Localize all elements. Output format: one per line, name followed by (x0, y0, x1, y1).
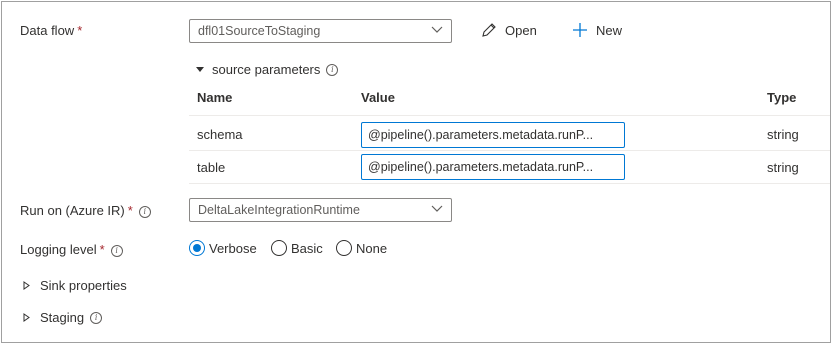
radio-unchecked-icon (271, 240, 287, 256)
column-header-name: Name (197, 90, 233, 105)
sink-properties-toggle[interactable]: Sink properties (23, 278, 127, 293)
chevron-down-icon (431, 205, 443, 212)
param-name-schema: schema (197, 127, 243, 142)
info-icon[interactable]: i (110, 245, 123, 257)
open-button-label: Open (505, 22, 537, 38)
radio-basic[interactable]: Basic (271, 240, 323, 256)
param-value-table-input[interactable]: @pipeline().parameters.metadata.runP... (361, 154, 625, 180)
new-button-label: New (596, 22, 623, 38)
run-on-label-text: Run on (Azure IR) (20, 203, 125, 218)
chevron-down-icon (431, 26, 443, 33)
run-on-selected-value: DeltaLakeIntegrationRuntime (198, 203, 360, 217)
radio-checked-icon (189, 240, 205, 256)
logging-level-label-text: Logging level (20, 242, 97, 257)
info-icon[interactable]: i (138, 206, 151, 218)
data-flow-label: Data flow * (20, 23, 82, 38)
radio-basic-label: Basic (291, 240, 323, 256)
sink-properties-title: Sink properties (40, 278, 127, 293)
radio-unchecked-icon (336, 240, 352, 256)
staging-title: Staging (40, 310, 85, 325)
info-icon[interactable]: i (326, 63, 339, 76)
param-type-table: string (767, 160, 799, 175)
logging-level-label: Logging level * i (20, 242, 123, 257)
required-mark: * (77, 23, 83, 38)
data-flow-dropdown[interactable]: dfl01SourceToStaging (189, 19, 452, 43)
run-on-label: Run on (Azure IR) * i (20, 203, 151, 218)
source-parameters-title: source parameters (212, 62, 321, 77)
plus-icon (573, 23, 587, 37)
row-divider (189, 183, 830, 184)
radio-verbose[interactable]: Verbose (189, 240, 257, 256)
row-divider (189, 150, 830, 151)
radio-none-label: None (356, 240, 388, 256)
expand-triangle-icon (23, 281, 30, 290)
header-divider (189, 115, 830, 116)
data-flow-selected-value: dfl01SourceToStaging (198, 24, 321, 38)
pencil-icon (482, 23, 496, 37)
data-flow-label-text: Data flow (20, 23, 75, 38)
staging-toggle[interactable]: Staging i (23, 310, 103, 325)
required-mark: * (99, 242, 105, 257)
param-value-schema-input[interactable]: @pipeline().parameters.metadata.runP... (361, 122, 625, 148)
new-button[interactable]: New (572, 22, 622, 38)
param-name-table: table (197, 160, 226, 175)
open-button[interactable]: Open (481, 22, 537, 38)
info-icon[interactable]: i (90, 311, 103, 324)
column-header-type: Type (767, 90, 797, 105)
param-type-schema: string (767, 127, 799, 142)
run-on-dropdown[interactable]: DeltaLakeIntegrationRuntime (189, 198, 452, 222)
radio-verbose-label: Verbose (209, 240, 257, 256)
radio-none[interactable]: None (336, 240, 387, 256)
required-mark: * (127, 203, 133, 218)
expand-triangle-icon (23, 313, 30, 322)
column-header-value: Value (361, 90, 395, 105)
collapse-triangle-icon (196, 67, 204, 72)
source-parameters-toggle[interactable]: source parameters i (196, 62, 339, 77)
